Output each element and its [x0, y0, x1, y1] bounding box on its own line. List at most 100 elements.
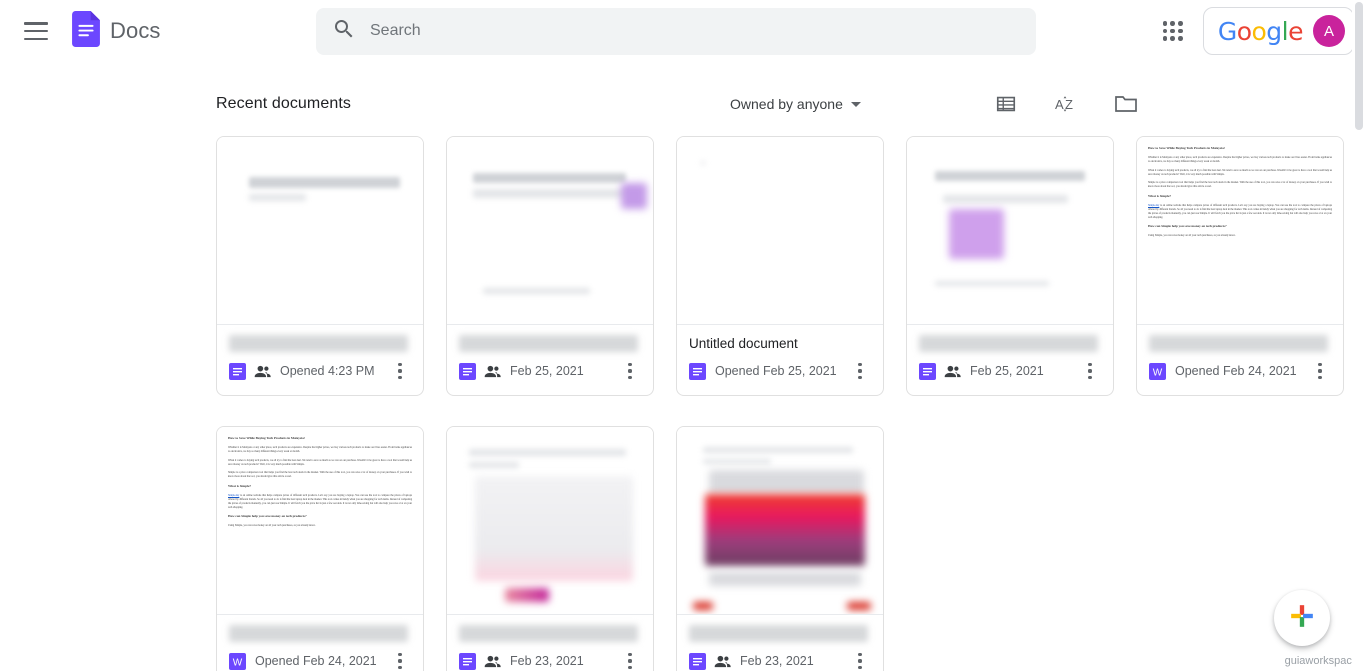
thumbnail-link: Simple.my — [1148, 203, 1160, 207]
document-thumbnail[interactable] — [447, 137, 653, 325]
google-docs-icon — [72, 10, 100, 52]
document-info: Feb 25, 2021 — [447, 325, 653, 395]
document-more-options-icon[interactable] — [1307, 358, 1333, 384]
shared-people-icon — [944, 363, 961, 380]
document-card[interactable]: Untitled document Opened Feb 25, 2021 — [676, 136, 884, 396]
thumbnail-subheading: What is Simple? — [228, 483, 252, 488]
document-thumbnail[interactable] — [677, 427, 883, 615]
watermark: guiaworkspace — [1284, 655, 1358, 667]
document-card[interactable]: Feb 23, 2021 — [676, 426, 884, 671]
document-title — [1149, 335, 1328, 352]
avatar[interactable]: A — [1313, 15, 1345, 47]
search-bar[interactable] — [316, 7, 1036, 55]
document-title: Untitled document — [689, 336, 798, 351]
google-logo: Google — [1217, 16, 1304, 46]
document-card[interactable]: Feb 25, 2021 — [906, 136, 1114, 396]
document-more-options-icon[interactable] — [847, 648, 873, 671]
document-thumbnail[interactable] — [217, 137, 423, 325]
search-icon — [332, 17, 370, 46]
document-more-options-icon[interactable] — [617, 648, 643, 671]
document-more-options-icon[interactable] — [387, 648, 413, 671]
search-input[interactable] — [370, 22, 1020, 40]
google-docs-file-icon — [229, 362, 246, 380]
document-meta: Opened Feb 25, 2021 — [715, 364, 837, 378]
document-title — [919, 335, 1098, 352]
document-meta: Feb 23, 2021 — [510, 654, 584, 668]
thumbnail-link: Simple.my — [228, 493, 240, 497]
document-info: W Opened Feb 24, 2021 — [217, 615, 423, 671]
document-meta: Feb 25, 2021 — [970, 364, 1044, 378]
sort-az-icon[interactable]: A Z — [1046, 84, 1086, 124]
svg-text:A: A — [1055, 97, 1064, 112]
thumbnail-paragraph: Whether it is Malaysia or any other plac… — [1148, 156, 1332, 164]
document-card[interactable]: Opened 4:23 PM — [216, 136, 424, 396]
thumbnail-heading: How to Save While Buying Tech Products i… — [228, 436, 305, 440]
chevron-down-icon — [850, 101, 861, 107]
hamburger-menu-icon[interactable] — [24, 22, 48, 40]
scrollbar-thumb[interactable] — [1355, 2, 1363, 130]
google-docs-file-icon — [689, 362, 706, 380]
google-account-chip[interactable]: Google A — [1202, 7, 1354, 55]
owner-filter-label: Owned by anyone — [730, 96, 843, 112]
document-card[interactable]: How to Save While Buying Tech Products i… — [1136, 136, 1344, 396]
create-new-document-fab[interactable] — [1274, 590, 1330, 646]
thumbnail-paragraph: When it comes to buying tech products, w… — [228, 458, 412, 466]
open-file-picker-icon[interactable] — [1106, 84, 1146, 124]
document-meta: Feb 25, 2021 — [510, 364, 584, 378]
document-info: W Opened Feb 24, 2021 — [1137, 325, 1343, 395]
thumbnail-subheading: What is Simple? — [1148, 193, 1172, 198]
documents-grid: Opened 4:23 PM Feb 25, 2021 Untitled doc… — [0, 128, 1366, 671]
document-title — [229, 625, 408, 642]
google-plus-create-icon — [1289, 603, 1315, 634]
svg-text:W: W — [1153, 367, 1163, 378]
thumbnail-heading: How to Save While Buying Tech Products i… — [1148, 146, 1225, 150]
document-info: Untitled document Opened Feb 25, 2021 — [677, 325, 883, 395]
document-card[interactable]: Feb 23, 2021 — [446, 426, 654, 671]
document-card[interactable]: How to Save While Buying Tech Products i… — [216, 426, 424, 671]
view-controls: A Z — [986, 84, 1146, 124]
list-view-icon[interactable] — [986, 84, 1026, 124]
word-file-icon: W — [1149, 362, 1166, 380]
document-info: Feb 25, 2021 — [907, 325, 1113, 395]
google-docs-file-icon — [919, 362, 936, 380]
vertical-scrollbar[interactable] — [1352, 0, 1366, 671]
page-title: Recent documents — [216, 95, 352, 112]
thumbnail-subheading: How can Simple help you save money on te… — [228, 514, 307, 519]
shared-people-icon — [484, 363, 501, 380]
document-meta: Opened Feb 24, 2021 — [1175, 364, 1297, 378]
document-card[interactable]: Feb 25, 2021 — [446, 136, 654, 396]
document-thumbnail[interactable] — [907, 137, 1113, 325]
document-thumbnail[interactable]: How to Save While Buying Tech Products i… — [217, 427, 423, 615]
thumbnail-paragraph: Using Simple, you can save money on all … — [228, 524, 316, 528]
thumbnail-paragraph: When it comes to buying tech products, w… — [1148, 168, 1332, 176]
document-more-options-icon[interactable] — [387, 358, 413, 384]
document-title — [459, 625, 638, 642]
shared-people-icon — [484, 653, 501, 670]
header-right-cluster: Google A — [1153, 7, 1354, 55]
thumbnail-paragraph: Whether it is Malaysia or any other plac… — [228, 446, 412, 454]
document-more-options-icon[interactable] — [847, 358, 873, 384]
docs-home-link[interactable]: Docs — [72, 10, 161, 52]
document-meta: Opened 4:23 PM — [280, 364, 375, 378]
thumbnail-paragraph: is an online website that helps compare … — [228, 493, 412, 509]
document-title — [459, 335, 638, 352]
app-header: Docs Google A — [0, 0, 1366, 62]
app-title: Docs — [110, 18, 161, 43]
document-info: Opened 4:23 PM — [217, 325, 423, 395]
google-apps-grid-icon[interactable] — [1153, 11, 1193, 51]
owner-filter-dropdown[interactable]: Owned by anyone — [724, 92, 867, 116]
google-docs-file-icon — [459, 652, 476, 670]
word-file-icon: W — [229, 652, 246, 670]
document-more-options-icon[interactable] — [1077, 358, 1103, 384]
document-thumbnail[interactable] — [447, 427, 653, 615]
svg-text:W: W — [233, 657, 243, 668]
documents-toolbar: Recent documents Owned by anyone A Z — [0, 80, 1366, 128]
document-thumbnail[interactable] — [677, 137, 883, 325]
document-thumbnail[interactable]: How to Save While Buying Tech Products i… — [1137, 137, 1343, 325]
document-info: Feb 23, 2021 — [447, 615, 653, 671]
shared-people-icon — [254, 363, 271, 380]
document-meta: Feb 23, 2021 — [740, 654, 814, 668]
shared-people-icon — [714, 653, 731, 670]
document-title — [689, 625, 868, 642]
document-more-options-icon[interactable] — [617, 358, 643, 384]
